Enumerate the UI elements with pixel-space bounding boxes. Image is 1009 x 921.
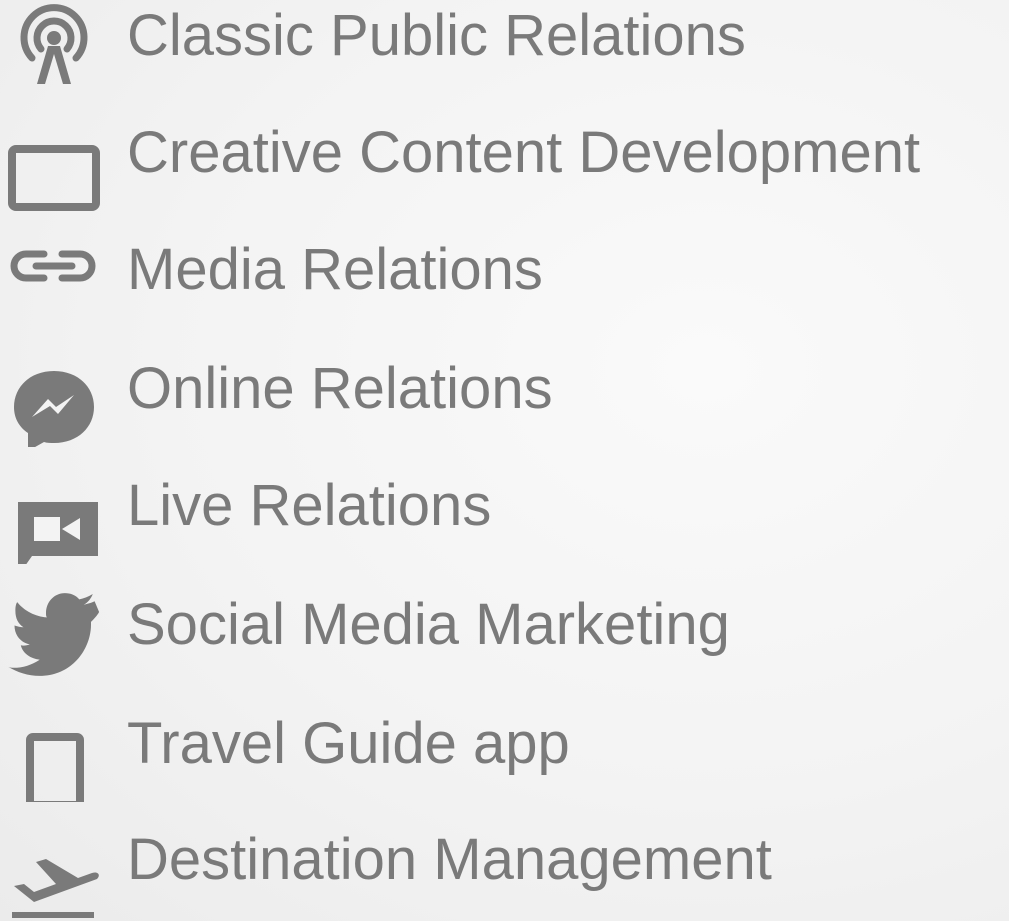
service-item-social-media-marketing[interactable]: Social Media Marketing [0, 577, 1009, 677]
service-item-destination-management[interactable]: Destination Management [0, 812, 1009, 918]
messenger-icon [4, 347, 104, 447]
service-label: Destination Management [127, 827, 772, 892]
podcast-icon [4, 0, 104, 94]
service-label: Media Relations [127, 237, 543, 302]
service-item-media-relations[interactable]: Media Relations [0, 222, 1009, 322]
video-chat-icon [4, 464, 104, 564]
tablet-icon [4, 702, 104, 802]
service-label: Classic Public Relations [127, 3, 746, 68]
service-label: Travel Guide app [127, 711, 570, 776]
services-list: Classic Public Relations Creative Conten… [0, 0, 1009, 921]
airplane-takeoff-icon [4, 818, 104, 918]
twitter-icon [4, 583, 104, 683]
service-item-travel-guide-app[interactable]: Travel Guide app [0, 696, 1009, 802]
service-label: Social Media Marketing [127, 592, 730, 657]
service-item-online-relations[interactable]: Online Relations [0, 341, 1009, 447]
service-label: Creative Content Development [127, 120, 921, 185]
service-label: Live Relations [127, 473, 492, 538]
service-item-live-relations[interactable]: Live Relations [0, 458, 1009, 564]
link-icon [4, 228, 104, 328]
service-item-classic-public-relations[interactable]: Classic Public Relations [0, 0, 1009, 88]
service-label: Online Relations [127, 356, 553, 421]
service-item-creative-content-development[interactable]: Creative Content Development [0, 105, 1009, 211]
monitor-icon [4, 111, 104, 211]
